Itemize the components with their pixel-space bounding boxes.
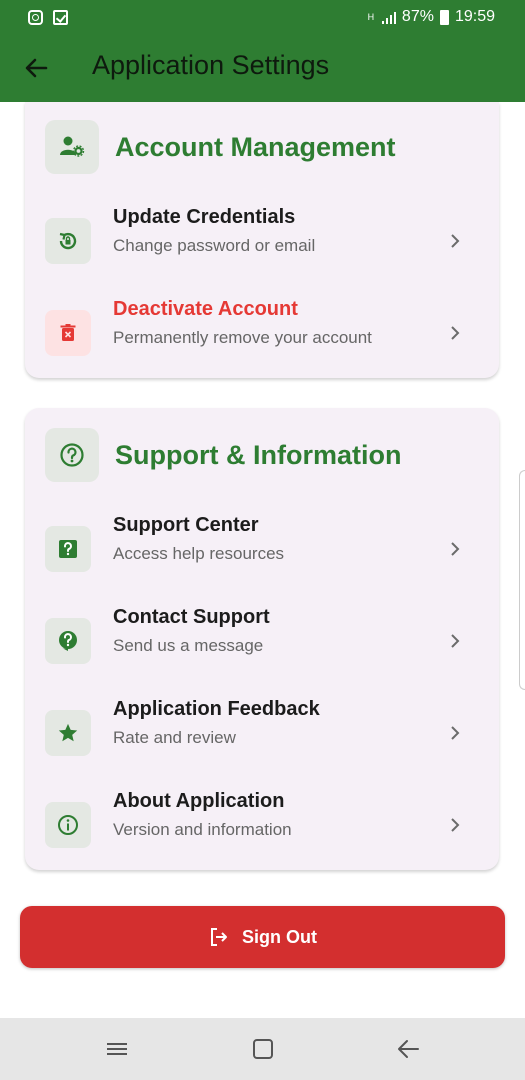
signal-icon <box>381 10 396 24</box>
instagram-icon <box>28 9 43 25</box>
star-icon <box>45 710 91 756</box>
sign-out-button[interactable]: Sign Out <box>20 906 505 968</box>
info-icon <box>45 802 91 848</box>
chevron-right-icon <box>451 542 460 556</box>
system-nav-bar <box>0 1018 525 1080</box>
contact-support-subtitle: Send us a message <box>113 636 264 655</box>
sign-out-label: Sign Out <box>242 926 317 947</box>
battery-icon <box>439 9 449 25</box>
update-credentials-subtitle: Change password or email <box>113 236 316 255</box>
status-system-icons: H 87% 19:59 <box>366 8 495 26</box>
support-section-header: Support & Information <box>45 428 401 482</box>
deactivate-account-subtitle: Permanently remove your account <box>113 328 372 347</box>
home-icon[interactable] <box>250 1036 276 1062</box>
application-feedback-subtitle: Rate and review <box>113 728 236 747</box>
status-notification-icons <box>28 9 68 25</box>
logout-icon <box>211 928 227 946</box>
edge-panel-handle[interactable] <box>519 470 525 690</box>
chevron-right-icon <box>451 234 460 248</box>
support-information-card: Support & Information Support Center Acc… <box>25 408 499 870</box>
chevron-right-icon <box>451 326 460 340</box>
page-title: Application Settings <box>92 50 330 80</box>
account-section-title: Account Management <box>115 131 396 162</box>
system-back-icon[interactable] <box>396 1036 422 1062</box>
account-management-card: Account Management Update Credentials Ch… <box>25 102 499 378</box>
support-section-title: Support & Information <box>115 439 402 470</box>
deactivate-account-title: Deactivate Account <box>113 298 298 320</box>
chevron-right-icon <box>451 818 460 832</box>
chevron-right-icon <box>451 726 460 740</box>
about-application-title: About Application <box>113 790 285 812</box>
delete-icon <box>45 310 91 356</box>
application-feedback-title: Application Feedback <box>113 698 320 720</box>
back-arrow-icon[interactable] <box>22 54 50 82</box>
update-credentials-row[interactable]: Update Credentials Change password or em… <box>25 206 499 310</box>
question-bubble-icon <box>45 618 91 664</box>
checklist-icon <box>53 9 68 25</box>
about-application-row[interactable]: About Application Version and informatio… <box>25 790 499 894</box>
app-bar: Application Settings <box>0 34 525 102</box>
chevron-right-icon <box>451 634 460 648</box>
application-feedback-row[interactable]: Application Feedback Rate and review <box>25 698 499 802</box>
lock-reset-icon <box>45 218 91 264</box>
manage-account-icon <box>45 120 99 174</box>
support-center-row[interactable]: Support Center Access help resources <box>25 514 499 618</box>
contact-support-title: Contact Support <box>113 606 270 628</box>
status-bar: H 87% 19:59 <box>0 0 525 34</box>
contact-support-row[interactable]: Contact Support Send us a message <box>25 606 499 710</box>
deactivate-account-row[interactable]: Deactivate Account Permanently remove yo… <box>25 298 499 402</box>
help-box-icon <box>45 526 91 572</box>
battery-percent: 87% <box>401 8 434 25</box>
account-section-header: Account Management <box>45 120 396 174</box>
recent-apps-icon[interactable] <box>104 1036 130 1062</box>
update-credentials-title: Update Credentials <box>113 206 296 228</box>
about-application-subtitle: Version and information <box>113 820 292 839</box>
clock: 19:59 <box>454 8 495 25</box>
help-circle-icon <box>45 428 99 482</box>
network-type-label: H <box>367 12 375 22</box>
support-center-subtitle: Access help resources <box>113 544 285 563</box>
support-center-title: Support Center <box>113 514 259 536</box>
